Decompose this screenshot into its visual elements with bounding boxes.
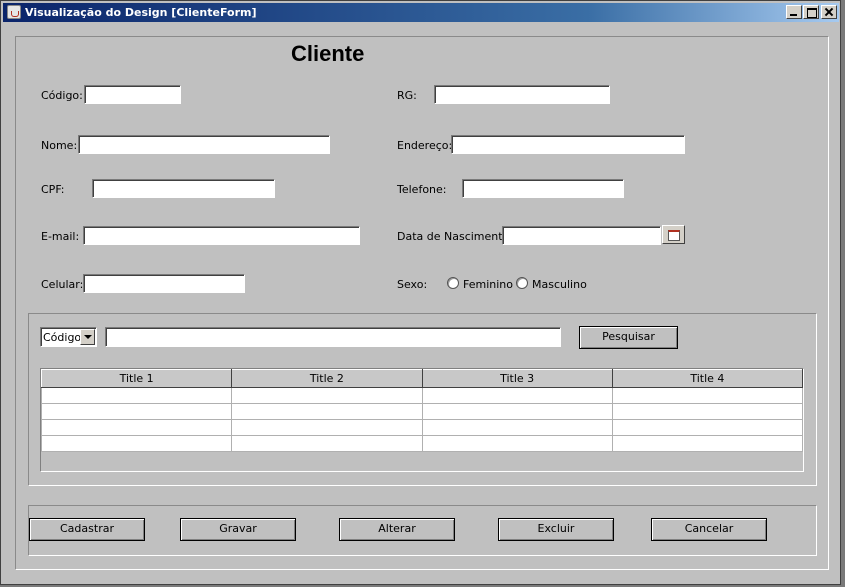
table-cell[interactable] [421,435,613,452]
nome-field[interactable] [78,135,330,154]
endereco-label: Endereço: [397,139,453,152]
table-cell[interactable] [421,419,613,436]
table-cell[interactable] [421,387,613,404]
close-icon[interactable] [821,5,837,19]
codigo-field[interactable] [84,85,181,104]
table-cell[interactable] [611,403,804,420]
column-header[interactable]: Title 3 [421,369,613,388]
chevron-down-icon[interactable] [80,329,95,345]
celular-label: Celular: [41,278,84,291]
table-cell[interactable] [611,435,804,452]
rg-label: RG: [397,89,417,102]
window-title: Visualização do Design [ClienteForm] [25,6,257,19]
nome-label: Nome: [41,139,78,152]
search-input[interactable] [105,327,561,347]
table-cell[interactable] [40,435,233,452]
title-bar[interactable]: Visualização do Design [ClienteForm] [3,3,839,22]
gravar-button[interactable]: Gravar [180,518,296,541]
design-preview-window: Visualização do Design [ClienteForm] Cli… [0,0,841,585]
column-header[interactable]: Title 4 [611,369,804,388]
table-cell[interactable] [40,403,233,420]
radio-feminino[interactable] [447,277,459,289]
telefone-field[interactable] [462,179,624,198]
cadastrar-button[interactable]: Cadastrar [29,518,145,541]
table-row[interactable] [40,403,804,420]
minimize-icon[interactable] [786,5,802,19]
calendar-icon[interactable] [662,225,685,244]
column-header[interactable]: Title 1 [40,369,233,388]
table-row[interactable] [40,435,804,452]
table-cell[interactable] [231,387,423,404]
table-cell[interactable] [611,419,804,436]
sexo-label: Sexo: [397,278,428,291]
cancelar-button[interactable]: Cancelar [651,518,767,541]
excluir-button[interactable]: Excluir [498,518,614,541]
radio-masculino[interactable] [516,277,528,289]
alterar-button[interactable]: Alterar [339,518,455,541]
rg-field[interactable] [434,85,610,104]
cpf-field[interactable] [92,179,275,198]
table-cell[interactable] [421,403,613,420]
email-label: E-mail: [41,230,80,243]
cpf-label: CPF: [41,183,65,196]
table-cell[interactable] [231,435,423,452]
table-cell[interactable] [231,419,423,436]
codigo-label: Código: [41,89,83,102]
results-table[interactable]: Title 1 Title 2 Title 3 Title 4 [40,368,804,472]
java-cup-icon [7,5,21,19]
table-header-row: Title 1 Title 2 Title 3 Title 4 [40,369,804,388]
table-cell[interactable] [40,419,233,436]
page-title: Cliente [291,41,365,66]
email-field[interactable] [83,226,360,245]
radio-feminino-label: Feminino [463,278,513,291]
radio-masculino-label: Masculino [532,278,587,291]
search-button[interactable]: Pesquisar [579,326,678,349]
data-nascimento-label: Data de Nascimento: [397,230,514,243]
table-row[interactable] [40,419,804,436]
telefone-label: Telefone: [397,183,447,196]
celular-field[interactable] [83,274,245,293]
endereco-field[interactable] [451,135,685,154]
data-nascimento-field[interactable] [502,226,661,245]
maximize-icon[interactable] [803,5,819,19]
table-cell[interactable] [611,387,804,404]
table-cell[interactable] [40,387,233,404]
column-header[interactable]: Title 2 [231,369,423,388]
table-row[interactable] [40,387,804,404]
table-cell[interactable] [231,403,423,420]
search-filter-select[interactable]: Código [40,327,97,347]
search-filter-value: Código [43,331,82,344]
form-panel [15,36,829,570]
